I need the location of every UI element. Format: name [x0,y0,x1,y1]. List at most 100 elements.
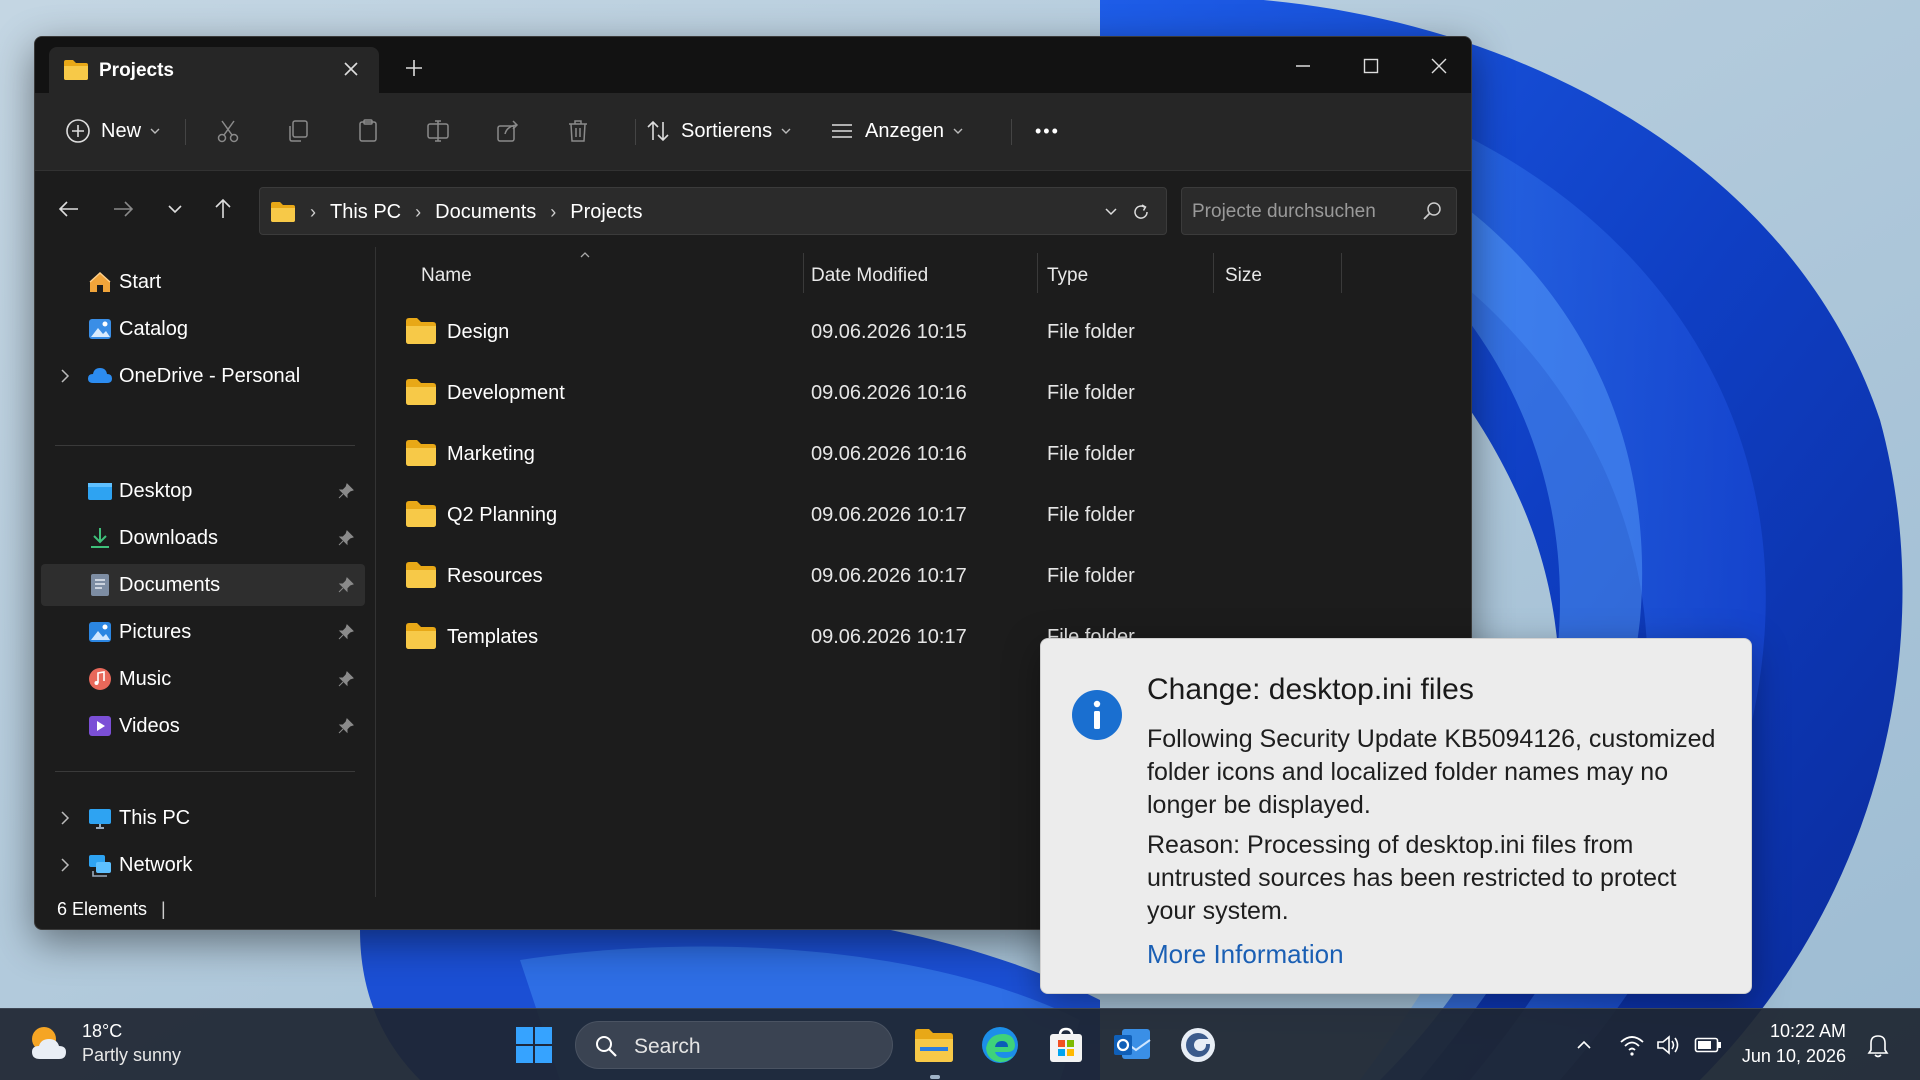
column-header-date-modified[interactable]: Date Modified [811,265,928,287]
taskbar-store[interactable] [1044,1023,1088,1067]
file-date-modified: 09.06.2026 10:16 [811,443,967,465]
clock-time: 10:22 AM [1769,1021,1846,1041]
notification-toast[interactable]: Change: desktop.ini files Following Secu… [1040,638,1752,994]
new-tab-icon[interactable] [403,57,425,79]
pin-icon[interactable] [337,482,355,500]
sidebar-item-videos[interactable]: Videos [41,705,365,747]
delete-button[interactable] [565,111,591,151]
network-status[interactable] [1618,1031,1646,1059]
sidebar-item-catalog[interactable]: Catalog [41,308,365,350]
close-tab-icon[interactable] [341,59,361,79]
file-type: File folder [1047,443,1135,465]
more-options-button[interactable]: ••• [1035,111,1060,151]
pin-icon[interactable] [337,717,355,735]
back-button[interactable] [55,195,83,223]
battery-status[interactable] [1694,1031,1722,1059]
breadcrumb-documents[interactable]: Documents [435,201,536,224]
cut-button[interactable] [215,111,241,151]
file-row-q2-planning[interactable]: Q2 Planning 09.06.2026 10:17 File folder [377,488,1467,544]
sidebar-item-documents[interactable]: Documents [41,564,365,606]
weather-widget[interactable]: 18°C Partly sunny [26,1021,181,1072]
computer-icon [89,809,111,829]
bell-icon [1867,1035,1889,1058]
rename-button[interactable] [425,111,451,151]
pin-icon[interactable] [337,529,355,547]
taskbar-file-explorer[interactable] [912,1023,956,1067]
notifications-button[interactable] [1864,1031,1892,1059]
up-button[interactable] [209,195,237,223]
sidebar-item-this-pc[interactable]: This PC [41,797,365,839]
sidebar-item-label: Network [119,854,193,876]
sidebar-item-start[interactable]: Start [41,261,365,303]
file-row-marketing[interactable]: Marketing 09.06.2026 10:16 File folder [377,427,1467,483]
breadcrumb-this-pc[interactable]: This PC [330,201,401,224]
maximize-button[interactable] [1351,51,1391,81]
breadcrumb-projects[interactable]: Projects [570,201,642,224]
folder-search-input[interactable] [1192,198,1412,226]
share-button[interactable] [495,111,521,151]
sidebar-item-downloads[interactable]: Downloads [41,517,365,559]
arrow-right-icon [114,201,134,217]
start-button[interactable] [512,1023,556,1067]
wifi-icon [1620,1036,1644,1056]
close-window-button[interactable] [1419,51,1459,81]
chevron-right-icon[interactable] [57,808,73,828]
tab-projects[interactable]: Projects [49,47,379,93]
volume-control[interactable] [1654,1031,1682,1059]
recent-locations-button[interactable] [161,195,189,223]
forward-button[interactable] [109,195,137,223]
column-header-name[interactable]: Name [421,265,472,287]
new-label: New [101,119,142,142]
address-history-button[interactable] [1100,201,1122,223]
taskbar-app[interactable] [1176,1023,1220,1067]
battery-icon [1694,1037,1721,1053]
refresh-button[interactable] [1130,201,1152,223]
paste-button[interactable] [355,111,381,151]
search-icon [596,1036,617,1057]
taskbar-search[interactable]: Search [575,1021,893,1069]
command-bar: New Sortierens Anzegen ••• [35,93,1471,171]
sidebar-item-music[interactable]: Music [41,658,365,700]
file-date-modified: 09.06.2026 10:15 [811,321,967,343]
chevron-right-icon[interactable] [57,366,73,386]
chevron-down-icon [150,128,160,134]
pin-icon[interactable] [337,623,355,641]
sidebar-item-network[interactable]: Network [41,844,365,886]
show-hidden-icons-button[interactable] [1570,1031,1598,1059]
taskbar-outlook[interactable] [1110,1023,1154,1067]
column-header-type[interactable]: Type [1047,265,1088,287]
file-row-resources[interactable]: Resources 09.06.2026 10:17 File folder [377,549,1467,605]
sidebar-item-desktop[interactable]: Desktop [41,470,365,512]
pin-icon[interactable] [337,576,355,594]
chevron-down-icon [781,128,791,134]
pane-splitter[interactable] [375,247,376,897]
column-divider[interactable] [1341,253,1342,293]
toolbar-divider [185,119,186,145]
column-divider[interactable] [803,253,804,293]
sort-button[interactable]: Sortierens [645,111,792,151]
clipboard-icon [359,119,377,142]
taskbar-clock[interactable]: 10:22 AM Jun 10, 2026 [1740,1021,1846,1067]
folder-search-box[interactable] [1181,187,1457,235]
chevron-right-icon[interactable] [57,855,73,875]
new-button[interactable]: New [65,111,161,151]
folder-icon [406,379,436,405]
status-bar: 6 Elements | [57,899,166,920]
column-header-size[interactable]: Size [1225,265,1262,287]
sidebar-item-pictures[interactable]: Pictures [41,611,365,653]
address-bar[interactable]: › This PC › Documents › Projects [259,187,1167,235]
file-row-development[interactable]: Development 09.06.2026 10:16 File folder [377,366,1467,422]
column-divider[interactable] [1213,253,1214,293]
folder-icon [271,202,295,222]
file-row-design[interactable]: Design 09.06.2026 10:15 File folder [377,305,1467,361]
copy-button[interactable] [285,111,311,151]
toolbar-divider [635,119,636,145]
more-information-link[interactable]: More Information [1147,939,1344,970]
pin-icon[interactable] [337,670,355,688]
taskbar-edge[interactable] [978,1023,1022,1067]
column-divider[interactable] [1037,253,1038,293]
sidebar-item-label: Start [119,271,162,293]
sidebar-item-onedrive[interactable]: OneDrive - Personal [41,355,365,397]
minimize-button[interactable] [1283,51,1323,81]
view-button[interactable]: Anzegen [829,111,964,151]
